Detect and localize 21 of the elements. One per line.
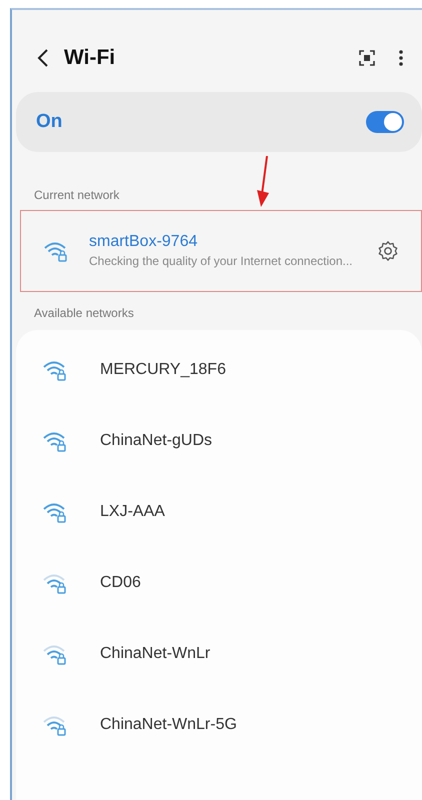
- annotation-arrow: [256, 156, 270, 208]
- qr-scan-icon[interactable]: [358, 49, 376, 67]
- wifi-lock-icon: [43, 240, 69, 262]
- section-heading: Current network: [34, 188, 120, 204]
- network-item[interactable]: MERCURY_18F6: [16, 334, 422, 405]
- network-item[interactable]: ChinaNet-WnLr-5G: [16, 689, 422, 760]
- network-name: smartBox-9764: [89, 233, 198, 251]
- network-item[interactable]: ChinaNet-WnLr: [16, 618, 422, 689]
- back-chevron-icon: [36, 48, 50, 68]
- network-item[interactable]: ChinaNet-gUDs: [16, 405, 422, 476]
- page-title: Wi-Fi: [64, 46, 116, 70]
- wifi-toggle[interactable]: [366, 111, 404, 133]
- switch-label: On: [36, 111, 62, 133]
- settings-icon[interactable]: [377, 240, 399, 262]
- section-heading: Available networks: [33, 305, 135, 322]
- back-button[interactable]: [36, 48, 50, 68]
- current-network-row[interactable]: smartBox-9764 Checking the quality of your Internet connection...: [20, 210, 422, 292]
- network-item[interactable]: CD06: [16, 547, 422, 618]
- network-item[interactable]: LXJ-AAA: [16, 476, 422, 547]
- network-status: Checking the quality of your Internet connection...: [89, 254, 354, 269]
- more-options-icon[interactable]: [398, 49, 404, 67]
